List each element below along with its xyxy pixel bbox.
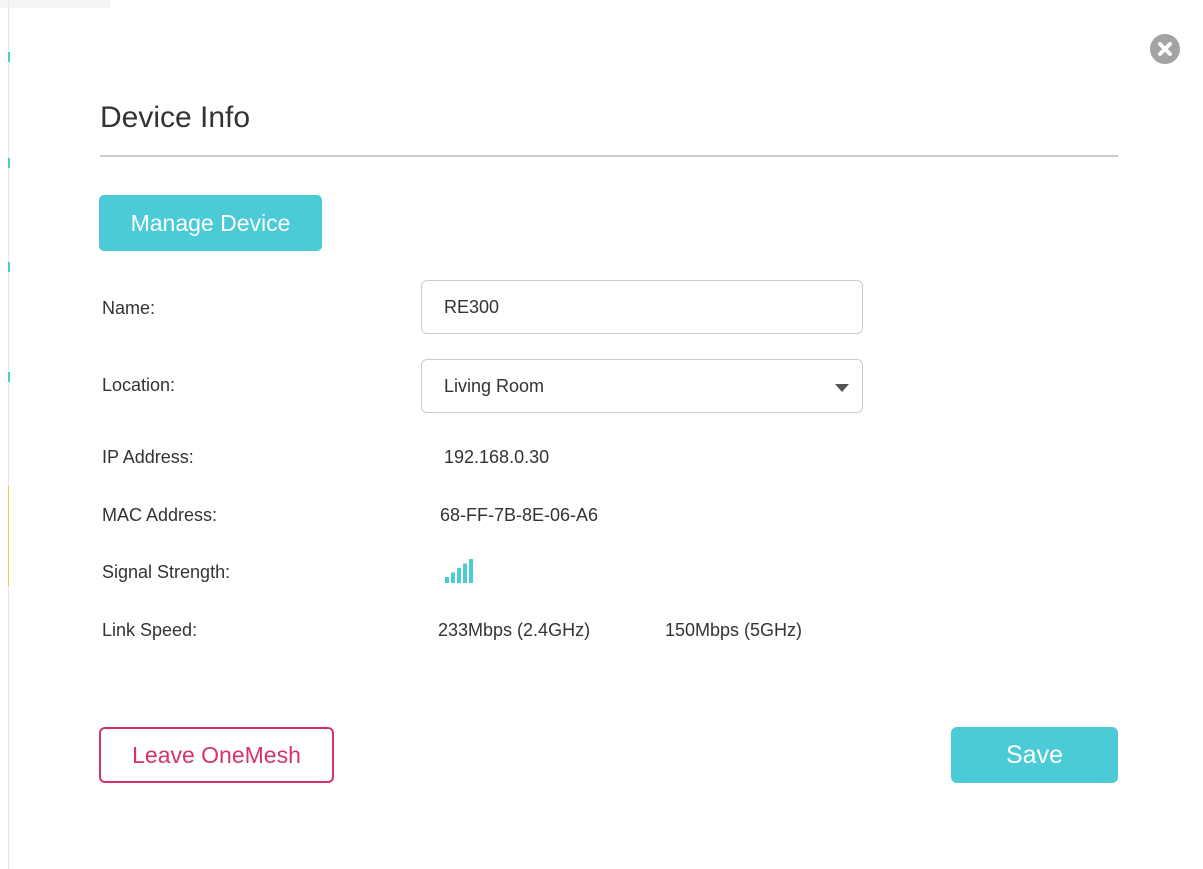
name-label: Name: <box>102 298 156 318</box>
signal-bars-icon <box>445 559 473 583</box>
save-button[interactable]: Save <box>951 727 1118 783</box>
left-edge-line <box>8 0 9 869</box>
signal-bar <box>457 568 461 583</box>
mac-address-label: MAC Address: <box>102 505 218 525</box>
signal-bar <box>463 563 467 583</box>
chevron-down-icon <box>835 384 849 392</box>
left-edge-marker <box>8 372 10 382</box>
left-edge-marker <box>8 158 10 168</box>
leave-onemesh-button[interactable]: Leave OneMesh <box>99 727 334 783</box>
link-speed-label: Link Speed: <box>102 620 198 640</box>
title-divider <box>100 155 1118 157</box>
location-label: Location: <box>102 375 176 395</box>
left-edge-marker <box>8 486 9 586</box>
close-icon <box>1158 42 1172 56</box>
dialog-title: Device Info <box>100 101 251 134</box>
mac-address-value: 68-FF-7B-8E-06-A6 <box>440 505 599 525</box>
name-field-box <box>421 280 863 334</box>
left-edge-marker <box>8 262 10 272</box>
background-strip <box>0 0 110 8</box>
name-input[interactable] <box>422 281 862 333</box>
ip-address-label: IP Address: <box>102 447 194 467</box>
link-speed-5ghz-value: 150Mbps (5GHz) <box>665 620 803 640</box>
manage-device-button[interactable]: Manage Device <box>99 195 322 251</box>
close-button[interactable] <box>1150 34 1180 64</box>
location-selected-value: Living Room <box>444 376 545 396</box>
left-edge-marker <box>8 52 10 62</box>
signal-bar <box>451 572 455 583</box>
signal-bar <box>445 577 449 583</box>
location-select[interactable]: Living Room <box>421 359 863 413</box>
signal-strength-label: Signal Strength: <box>102 562 231 582</box>
signal-bar <box>469 559 473 583</box>
ip-address-value: 192.168.0.30 <box>444 447 550 467</box>
link-speed-2-4ghz-value: 233Mbps (2.4GHz) <box>438 620 591 640</box>
